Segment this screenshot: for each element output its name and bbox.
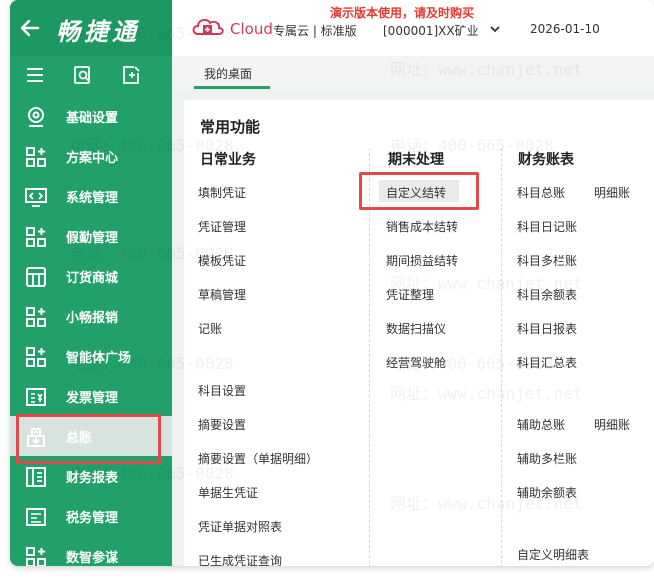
- link-bookkeeping[interactable]: 记账: [198, 320, 222, 337]
- column-divider: [369, 148, 370, 566]
- sidebar-item-basic-settings[interactable]: 基础设置: [10, 96, 172, 136]
- invoice-icon: [26, 388, 46, 406]
- edition-label: 专属云 | 标准版: [273, 24, 357, 38]
- ledger-icon: [27, 428, 45, 447]
- chevron-down-icon[interactable]: [489, 24, 501, 34]
- gear-icon: [28, 107, 44, 127]
- sidebar-item-label: 发票管理: [66, 391, 119, 406]
- link-auxiliary-balance[interactable]: 辅助余额表: [517, 484, 577, 501]
- tab-label: 我的桌面: [204, 67, 253, 81]
- column-header-daily: 日常业务: [200, 152, 256, 168]
- link-auxiliary-general-ledger[interactable]: 辅助总账: [517, 416, 565, 433]
- sidebar-item-label: 税务管理: [66, 511, 119, 526]
- back-arrow-icon[interactable]: [18, 16, 42, 40]
- tab-my-desktop[interactable]: 我的桌面: [194, 56, 270, 88]
- demo-warning-text[interactable]: 演示版本使用，请及时购买: [330, 4, 474, 21]
- add-document-icon[interactable]: [120, 64, 142, 86]
- sidebar-item-label: 方案中心: [66, 151, 119, 166]
- grid-plus-icon: [26, 147, 46, 167]
- link-account-summary[interactable]: 科目汇总表: [517, 354, 577, 371]
- column-header-books: 财务账表: [518, 152, 574, 168]
- sidebar-item-general-ledger[interactable]: 总账: [10, 416, 172, 456]
- link-voucher-arrange[interactable]: 凭证整理: [386, 286, 434, 303]
- sidebar-item-expense[interactable]: 小畅报销: [10, 296, 172, 336]
- sidebar-item-financial-reports[interactable]: 财务报表: [10, 456, 172, 496]
- link-create-voucher[interactable]: 填制凭证: [198, 184, 246, 201]
- search-document-icon[interactable]: [72, 64, 94, 86]
- sidebar-item-order-mall[interactable]: 订货商城: [10, 256, 172, 296]
- menu-icon[interactable]: [24, 64, 46, 86]
- sidebar-item-tax-management[interactable]: 税务管理: [10, 496, 172, 536]
- link-auxiliary-detail-ledger[interactable]: 明细账: [594, 416, 630, 433]
- sidebar-item-label: 小畅报销: [66, 311, 119, 326]
- app-window: 畅捷通 基础设置 方案中心 系统管理 假勤管理 订货商城 小畅报销 智能体广场 …: [10, 0, 654, 566]
- link-document-to-voucher[interactable]: 单据生凭证: [198, 484, 258, 501]
- link-account-multi-column[interactable]: 科目多栏账: [517, 252, 577, 269]
- brand-bar: 畅捷通: [10, 0, 172, 56]
- tax-icon: [26, 508, 46, 526]
- tab-bar: 我的桌面: [172, 56, 654, 90]
- sidebar-toolbar: [10, 58, 172, 92]
- card-title: 常用功能: [200, 118, 261, 136]
- sidebar-item-solution-center[interactable]: 方案中心: [10, 136, 172, 176]
- sidebar-item-label: 总账: [66, 431, 93, 446]
- link-sales-cost-carry[interactable]: 销售成本结转: [386, 218, 458, 235]
- link-account-journal[interactable]: 科目日记账: [517, 218, 577, 235]
- sidebar-item-attendance[interactable]: 假勤管理: [10, 216, 172, 256]
- link-custom-detail-table[interactable]: 自定义明细表: [517, 546, 589, 563]
- active-tab-indicator: [194, 86, 270, 89]
- link-summary-settings[interactable]: 摘要设置: [198, 416, 246, 433]
- grid-plus-icon: [26, 547, 46, 566]
- sidebar-item-smart-advisor[interactable]: 数智参谋: [10, 536, 172, 566]
- column-header-period-end: 期末处理: [388, 152, 444, 168]
- monitor-code-icon: [25, 188, 47, 207]
- link-template-voucher[interactable]: 模板凭证: [198, 252, 246, 269]
- link-period-profit-loss-carry[interactable]: 期间损益结转: [386, 252, 458, 269]
- link-draft-management[interactable]: 草稿管理: [198, 286, 246, 303]
- brand-name: 畅捷通: [56, 18, 140, 46]
- link-auxiliary-multi-column[interactable]: 辅助多栏账: [517, 450, 577, 467]
- cloud-logo-text: Cloud: [230, 20, 273, 38]
- report-icon: [26, 467, 46, 487]
- sidebar-item-label: 系统管理: [66, 191, 119, 206]
- top-header: 演示版本使用，请及时购买 Cloud 专属云 | 标准版 [000001]XX矿…: [172, 0, 654, 56]
- sidebar: 畅捷通 基础设置 方案中心 系统管理 假勤管理 订货商城 小畅报销 智能体广场 …: [10, 0, 172, 566]
- sidebar-item-label: 订货商城: [66, 271, 119, 286]
- link-account-settings[interactable]: 科目设置: [198, 382, 246, 399]
- sidebar-item-label: 智能体广场: [66, 351, 132, 366]
- grid-plus-icon: [26, 347, 46, 367]
- link-account-balance[interactable]: 科目余额表: [517, 286, 577, 303]
- grid-plus-icon: [26, 227, 46, 247]
- link-voucher-document-map[interactable]: 凭证单据对照表: [198, 518, 282, 535]
- sidebar-item-label: 财务报表: [66, 471, 119, 486]
- column-divider: [501, 148, 502, 566]
- common-functions-card: 常用功能 日常业务 期末处理 财务账表 填制凭证 凭证管理 模板凭证 草稿管理 …: [184, 100, 654, 566]
- cloud-logo-icon: [192, 18, 224, 35]
- sidebar-item-invoice[interactable]: 发票管理: [10, 376, 172, 416]
- store-icon: [26, 267, 46, 287]
- link-business-cockpit[interactable]: 经营驾驶舱: [386, 354, 446, 371]
- link-summary-settings-detail[interactable]: 摘要设置（单据明细）: [198, 450, 318, 467]
- link-voucher-management[interactable]: 凭证管理: [198, 218, 246, 235]
- sidebar-item-system-management[interactable]: 系统管理: [10, 176, 172, 216]
- link-detail-ledger[interactable]: 明细账: [594, 184, 630, 201]
- link-account-general-ledger[interactable]: 科目总账: [517, 184, 565, 201]
- grid-plus-icon: [26, 307, 46, 327]
- link-custom-carry-forward[interactable]: 自定义结转: [386, 184, 446, 201]
- link-account-daily-report[interactable]: 科目日报表: [517, 320, 577, 337]
- sidebar-item-label: 假勤管理: [66, 231, 119, 246]
- sidebar-item-agent-plaza[interactable]: 智能体广场: [10, 336, 172, 376]
- login-date: 2026-01-10: [530, 22, 600, 36]
- link-generated-voucher-query[interactable]: 已生成凭证查询: [198, 552, 282, 566]
- company-selector[interactable]: [000001]XX矿业: [383, 22, 479, 39]
- sidebar-item-label: 数智参谋: [66, 551, 119, 566]
- link-data-scanner[interactable]: 数据扫描仪: [386, 320, 446, 337]
- sidebar-item-label: 基础设置: [66, 111, 119, 126]
- main-area: 常用功能 日常业务 期末处理 财务账表 填制凭证 凭证管理 模板凭证 草稿管理 …: [172, 90, 654, 566]
